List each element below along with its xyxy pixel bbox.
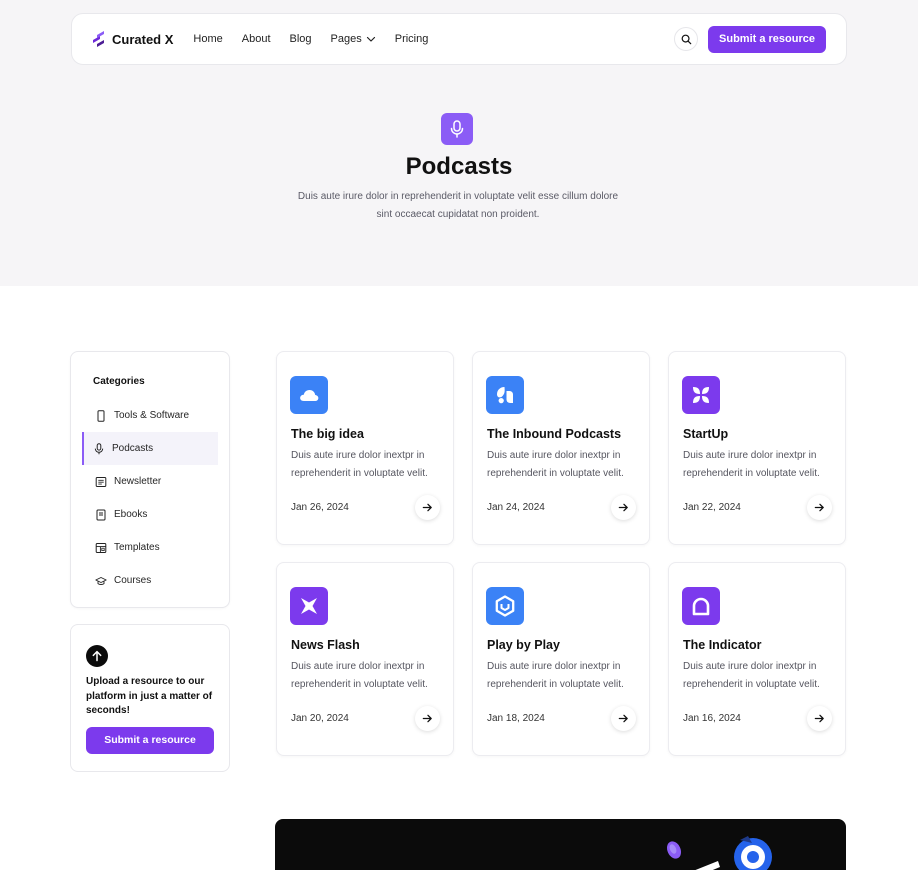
nav-link-pricing[interactable]: Pricing [395, 33, 429, 45]
brand-name: Curated X [112, 31, 174, 47]
sidebar-item-courses[interactable]: Courses [82, 564, 218, 597]
card-open-button[interactable] [611, 495, 636, 520]
card-description: Duis aute irure dolor inextpr in reprehe… [487, 450, 624, 479]
newsletter-icon [95, 476, 107, 487]
arch-logo-icon [682, 587, 720, 625]
arrow-right-icon [814, 503, 824, 512]
submit-resource-button[interactable]: Submit a resource [708, 25, 826, 53]
card-description: Duis aute irure dolor inextpr in reprehe… [291, 450, 428, 479]
arrow-right-icon [618, 714, 628, 723]
brand-logo-icon [93, 31, 104, 47]
cloud-logo-icon [290, 376, 328, 414]
petals-logo-icon [682, 376, 720, 414]
resource-card[interactable]: Play by Play Duis aute irure dolor inext… [472, 562, 650, 756]
microphone-icon [94, 442, 104, 454]
card-open-button[interactable] [611, 706, 636, 731]
x-logo-icon [290, 587, 328, 625]
sidebar-item-label: Newsletter [114, 476, 162, 487]
card-open-button[interactable] [807, 706, 832, 731]
nav-link-blog[interactable]: Blog [290, 33, 312, 45]
card-date: Jan 16, 2024 [683, 713, 741, 724]
template-icon [95, 542, 107, 553]
card-date: Jan 18, 2024 [487, 713, 545, 724]
card-title: News Flash [291, 638, 360, 652]
upload-text: Upload a resource to our platform in jus… [86, 676, 213, 716]
card-title: The Inbound Podcasts [487, 427, 622, 441]
sidebar-item-label: Podcasts [112, 443, 154, 454]
card-description: Duis aute irure dolor inextpr in reprehe… [683, 450, 820, 479]
resource-card[interactable]: News Flash Duis aute irure dolor inextpr… [276, 562, 454, 756]
sidebar-item-tools-software[interactable]: Tools & Software [82, 399, 218, 432]
arrow-right-icon [618, 503, 628, 512]
sidebar-item-podcasts[interactable]: Podcasts [82, 432, 218, 465]
promo-illustration [666, 836, 772, 870]
sidebar-item-label: Tools & Software [114, 410, 190, 421]
microphone-icon [441, 113, 473, 145]
nav-link-pages[interactable]: Pages [331, 33, 376, 45]
arrow-right-icon [422, 714, 432, 723]
brand[interactable]: Curated X [92, 31, 173, 47]
nav-link-home[interactable]: Home [193, 33, 222, 45]
upload-submit-button[interactable]: Submit a resource [86, 726, 214, 754]
sidebar-item-label: Courses [114, 575, 152, 586]
arrow-right-icon [422, 503, 432, 512]
resource-card[interactable]: The Indicator Duis aute irure dolor inex… [668, 562, 846, 756]
upload-resource-card: Upload a resource to our platform in jus… [70, 624, 230, 772]
card-title: The big idea [291, 427, 364, 441]
graduation-cap-icon [95, 576, 107, 585]
card-date: Jan 20, 2024 [291, 713, 349, 724]
nav-links: Home About Blog Pages Pricing [193, 33, 428, 45]
page-description: Duis aute irure dolor in reprehenderit i… [297, 191, 619, 220]
search-icon [681, 34, 691, 44]
card-title: Play by Play [487, 638, 560, 652]
nav-link-about[interactable]: About [242, 33, 271, 45]
card-title: StartUp [683, 427, 729, 441]
card-title: The Indicator [683, 638, 762, 652]
hexagon-logo-icon [486, 587, 524, 625]
card-date: Jan 22, 2024 [683, 502, 741, 513]
top-navbar: Curated X Home About Blog Pages Pricing … [71, 13, 847, 65]
card-date: Jan 24, 2024 [487, 502, 545, 513]
sidebar-item-label: Templates [114, 542, 160, 553]
chevron-down-icon [366, 36, 375, 42]
card-description: Duis aute irure dolor inextpr in reprehe… [487, 661, 624, 690]
card-open-button[interactable] [807, 495, 832, 520]
resource-card[interactable]: The big idea Duis aute irure dolor inext… [276, 351, 454, 545]
card-description: Duis aute irure dolor inextpr in reprehe… [683, 661, 820, 690]
phone-icon [97, 409, 105, 422]
promo-banner [275, 819, 846, 870]
resource-card[interactable]: The Inbound Podcasts Duis aute irure dol… [472, 351, 650, 545]
page-title: Podcasts [405, 153, 513, 180]
sidebar-title: Categories [93, 376, 145, 387]
categories-sidebar: Categories Tools & Software Podcasts New… [70, 351, 230, 608]
card-open-button[interactable] [415, 706, 440, 731]
bubbles-logo-icon [486, 376, 524, 414]
sidebar-item-newsletter[interactable]: Newsletter [82, 465, 218, 498]
card-description: Duis aute irure dolor inextpr in reprehe… [291, 661, 428, 690]
card-open-button[interactable] [415, 495, 440, 520]
arrow-up-icon [86, 645, 108, 667]
search-button[interactable] [674, 27, 699, 51]
card-date: Jan 26, 2024 [291, 502, 349, 513]
arrow-right-icon [814, 714, 824, 723]
sidebar-item-label: Ebooks [114, 509, 148, 520]
book-icon [96, 509, 106, 520]
nav-link-pages-label: Pages [330, 33, 362, 45]
sidebar-item-ebooks[interactable]: Ebooks [82, 498, 218, 531]
nav-actions: Submit a resource [674, 25, 826, 53]
sidebar-item-templates[interactable]: Templates [82, 531, 218, 564]
resource-card[interactable]: StartUp Duis aute irure dolor inextpr in… [668, 351, 846, 545]
